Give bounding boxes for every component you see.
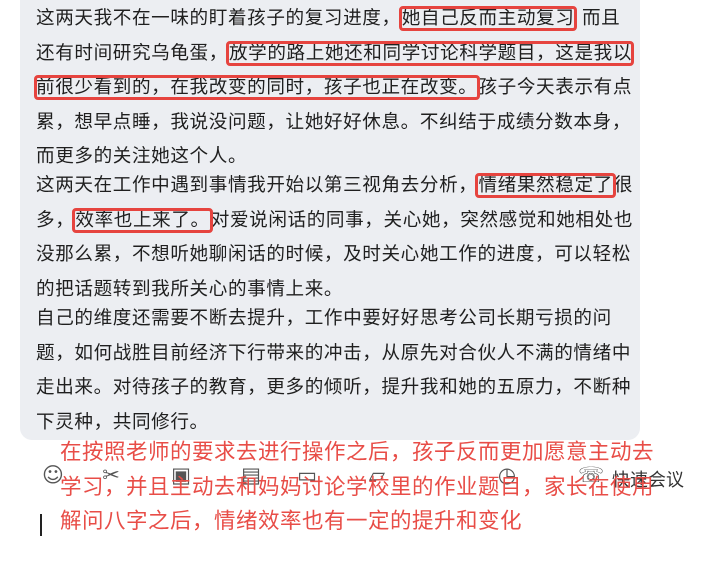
red-annotation-text: 在按照老师的要求去进行操作之后，孩子反而更加愿意主动去学习，并且主动去和妈妈讨论… [60, 440, 655, 534]
text-input-cursor[interactable] [40, 514, 42, 536]
highlight-self-study: 她自己反而主动复习 [398, 6, 578, 31]
paragraph-2-text-a: 这两天在工作中遇到事情我开始以第三视角去分析， [36, 175, 478, 196]
highlight-efficiency: 效率也上来了。 [72, 207, 213, 233]
message-paragraph-1: 这两天我不在一味的盯着孩子的复习进度，她自己反而主动复习 而且还有时间研究乌龟蛋… [33, 2, 636, 175]
message-paragraph-2: 这两天在工作中遇到事情我开始以第三视角去分析，情绪果然稳定了很多，效率也上来了。… [36, 169, 636, 307]
highlight-emotion-stable: 情绪果然稳定了 [475, 173, 616, 198]
message-paragraph-3: 自己的维度还需要不断去提升，工作中要好好思考公司长期亏损的问题，如何战胜目前经济… [36, 308, 632, 433]
paragraph-1-text-a: 这两天我不在一味的盯着孩子的复习进度， [36, 8, 401, 29]
